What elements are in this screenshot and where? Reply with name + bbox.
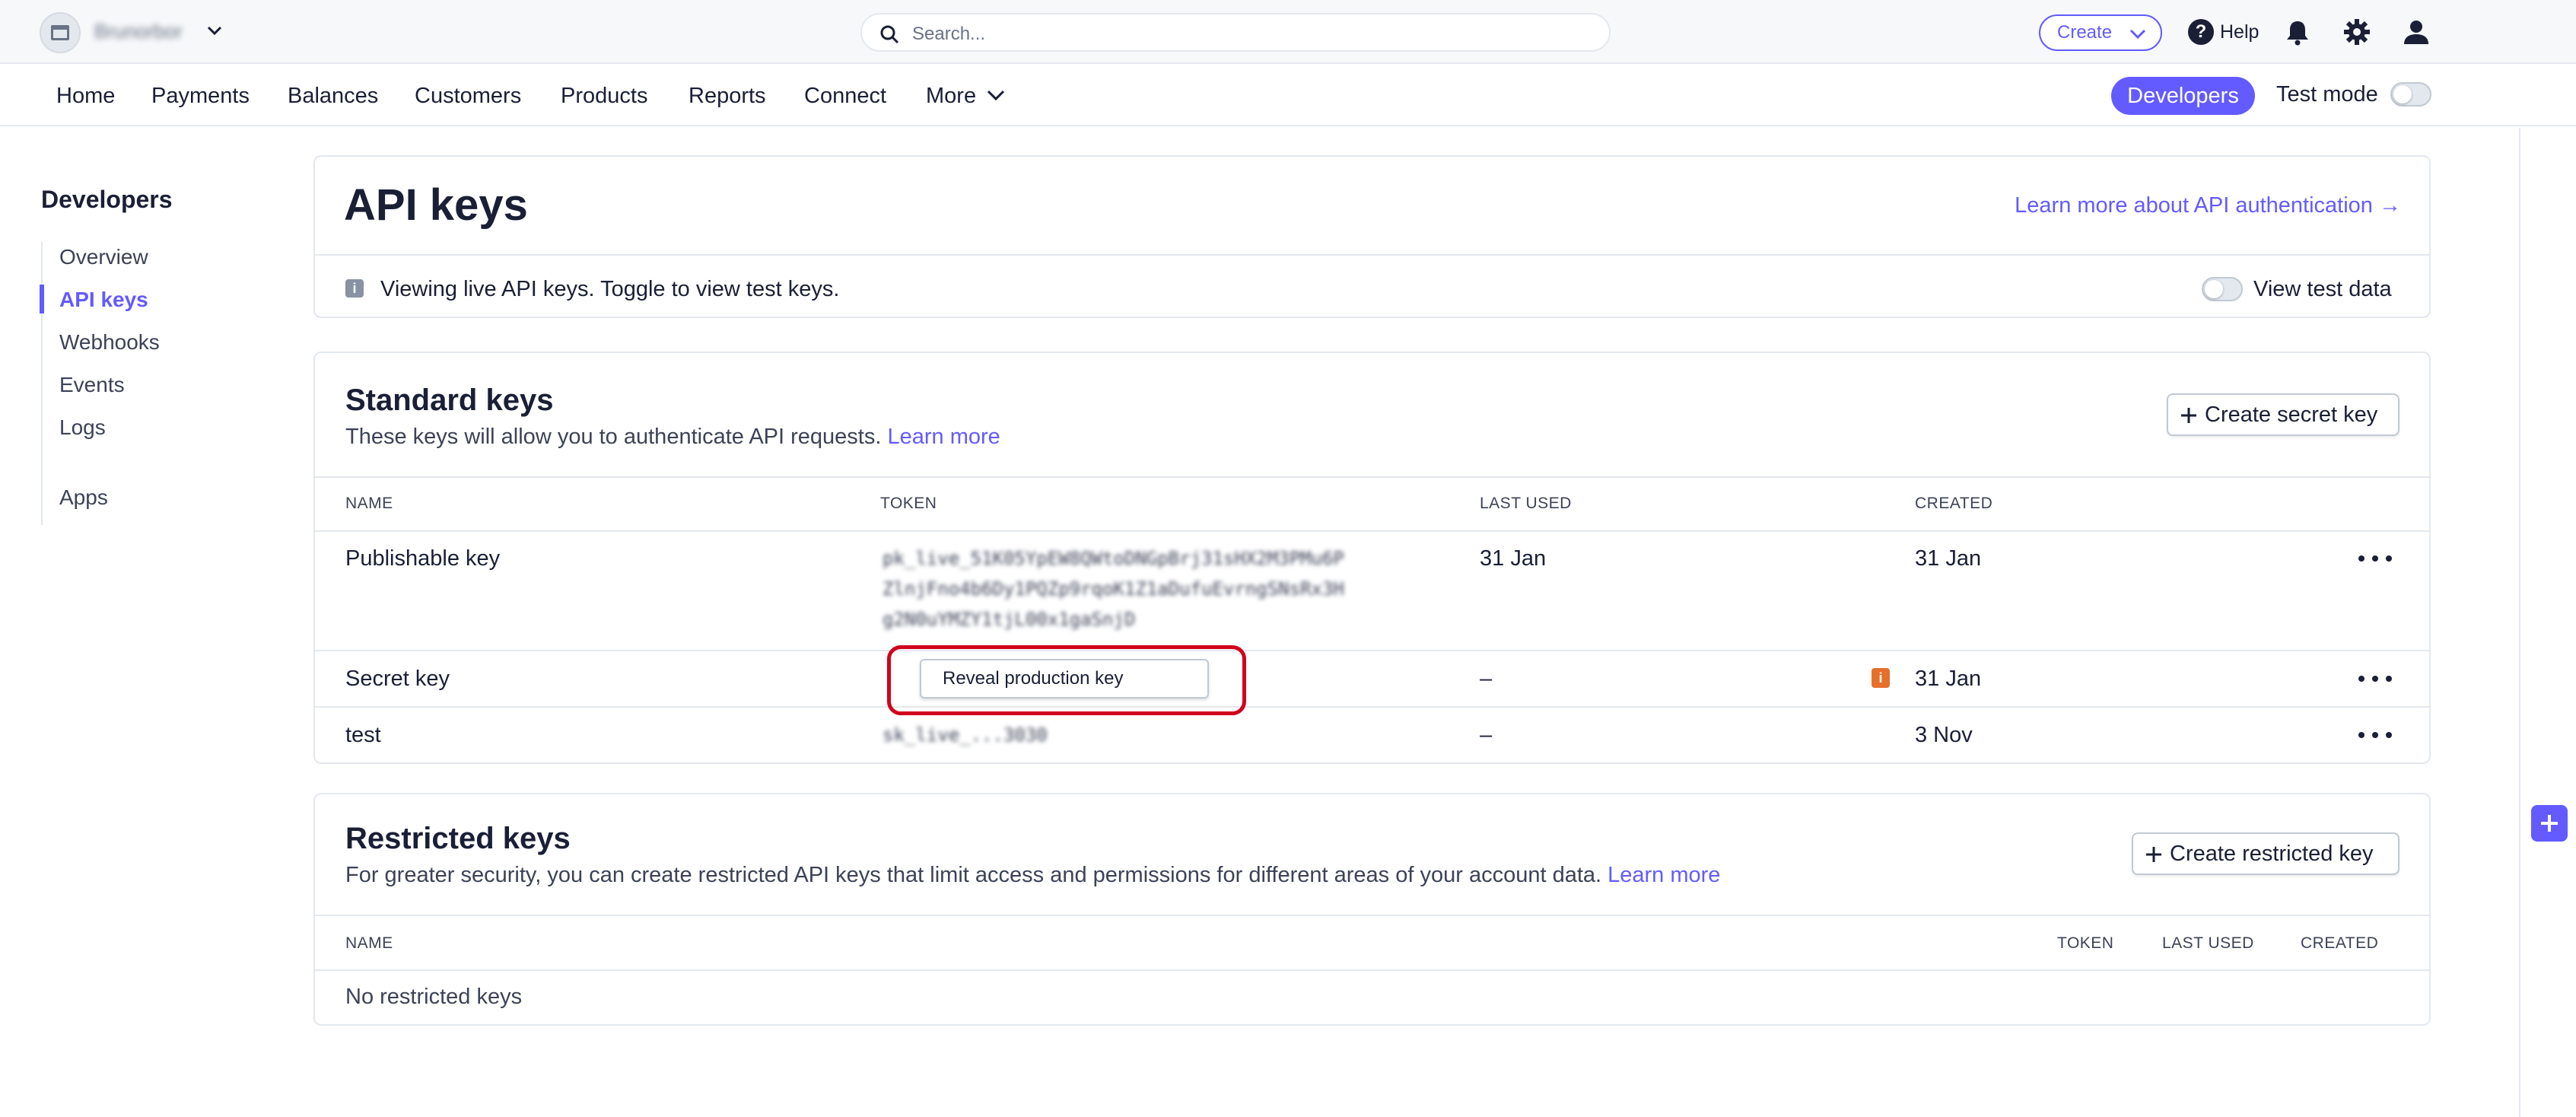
restricted-keys-subtitle: For greater security, you can create res… [345,863,1720,888]
publishable-created: 31 Jan [1915,546,1982,571]
help-label: Help [2220,21,2260,43]
bell-icon[interactable] [2282,17,2313,47]
plus-icon [2541,815,2558,832]
token-line: pk_live_51K05YpEW8QWtoDNGpBrj31sHX2M3PMu… [883,548,1344,569]
standard-keys-card [313,352,2431,764]
standard-header-sep [315,476,2429,478]
test-created: 3 Nov [1915,723,1973,747]
more-chevron-down-icon[interactable] [986,87,1006,103]
publishable-last-used: 31 Jan [1480,546,1547,571]
test-last-used: – [1480,723,1493,747]
user-icon[interactable] [2401,17,2431,47]
help-icon: ? [2188,19,2214,45]
account-name[interactable]: Brunorbor [94,20,183,43]
sidebar-item-apps[interactable]: Apps [59,485,108,510]
nav-connect[interactable]: Connect [804,84,886,109]
nav-more[interactable]: More [926,84,976,109]
developers-pill[interactable]: Developers [2111,77,2255,115]
create-label: Create [2057,22,2113,43]
token-line: ZlnjFno4b6Dy1PQZp9rqoK1Z1aDufuEvrngSNsRx… [883,578,1344,600]
account-chevron-down-icon[interactable] [204,20,225,41]
right-panel-divider [2519,128,2520,1117]
add-panel-button[interactable] [2531,805,2568,842]
test-token[interactable]: sk_live_...3030 [883,720,1048,750]
test-mode-toggle[interactable] [2390,82,2431,107]
reveal-production-key-button[interactable]: Reveal production key [920,659,1209,699]
secret-more-menu[interactable] [2358,671,2392,686]
warning-icon[interactable]: i [1872,668,1890,688]
nav-customers[interactable]: Customers [415,84,521,109]
sidebar-item-webhooks[interactable]: Webhooks [59,330,160,355]
create-restricted-key-label: Create restricted key [2170,841,2374,866]
main-nav: Home Payments Balances Customers Product… [0,65,2576,126]
search-input[interactable]: Search... [860,13,1611,52]
restricted-keys-card [313,793,2431,1026]
secret-last-used: – [1480,667,1493,691]
help-button[interactable]: ? Help [2188,17,2259,47]
account-store-icon[interactable] [40,12,81,53]
col-name: NAME [345,495,393,512]
sidebar-item-api-keys[interactable]: API keys [59,288,148,312]
standard-columns-sep [315,530,2429,532]
key-name-test: test [345,723,381,747]
chevron-down-icon [2129,29,2146,40]
restricted-col-last-used: LAST USED [2162,934,2254,952]
restricted-keys-subtitle-text: For greater security, you can create res… [345,863,1602,887]
search-icon [880,25,899,44]
header-divider [315,254,2429,256]
row-sep-1 [315,650,2429,651]
restricted-col-token: TOKEN [2057,934,2114,952]
nav-balances[interactable]: Balances [288,84,378,109]
plus-icon [2146,847,2161,862]
plus-icon [2181,408,2196,423]
sidebar-title: Developers [41,186,173,213]
restricted-keys-title: Restricted keys [345,822,571,855]
nav-home[interactable]: Home [56,84,115,109]
nav-reports[interactable]: Reports [689,84,766,109]
page-title: API keys [344,180,528,230]
search-placeholder: Search... [912,24,986,44]
create-button[interactable]: Create [2039,14,2162,51]
no-restricted-keys-text: No restricted keys [345,985,523,1009]
standard-keys-title: Standard keys [345,383,554,417]
standard-keys-learn-more-link[interactable]: Learn more [888,425,1000,449]
key-name-secret: Secret key [345,667,450,691]
create-secret-key-label: Create secret key [2205,402,2378,427]
test-more-menu[interactable] [2358,727,2392,743]
nav-payments[interactable]: Payments [151,84,250,109]
create-restricted-key-button[interactable]: Create restricted key [2132,832,2399,875]
create-secret-key-button[interactable]: Create secret key [2167,393,2399,436]
restricted-col-created: CREATED [2301,934,2379,952]
test-mode-label: Test mode [2276,82,2378,107]
sidebar-item-overview[interactable]: Overview [59,245,148,269]
publishable-token[interactable]: pk_live_51K05YpEW8QWtoDNGpBrj31sHX2M3PMu… [883,543,1344,635]
token-line: g2N0uYMZY1tjL00x1gaSnjD [883,609,1136,630]
view-test-data-label: View test data [2253,277,2392,301]
restricted-keys-learn-more-link[interactable]: Learn more [1608,863,1720,887]
sidebar-active-indicator [40,285,44,313]
live-keys-info-text: Viewing live API keys. Toggle to view te… [380,277,840,301]
restricted-header-sep [315,915,2429,916]
row-sep-2 [315,706,2429,708]
col-token: TOKEN [880,495,937,512]
top-bar: Brunorbor Search... Create ? Help [0,0,2576,64]
col-last-used: LAST USED [1480,495,1572,512]
info-icon: i [345,279,364,298]
nav-products[interactable]: Products [561,84,647,109]
sidebar-item-events[interactable]: Events [59,373,125,397]
sidebar-item-logs[interactable]: Logs [59,415,106,440]
gear-icon[interactable] [2342,17,2372,47]
secret-created: 31 Jan [1915,667,1982,691]
key-name-publishable: Publishable key [345,546,501,571]
learn-more-auth-link[interactable]: Learn more about API authentication → [2015,193,2401,218]
standard-keys-subtitle: These keys will allow you to authenticat… [345,425,1000,450]
publishable-more-menu[interactable] [2358,551,2392,566]
restricted-col-name: NAME [345,934,393,952]
restricted-columns-sep [315,969,2429,971]
col-created: CREATED [1915,495,1993,512]
view-test-data-toggle[interactable] [2202,277,2243,301]
standard-keys-subtitle-text: These keys will allow you to authenticat… [345,425,882,449]
